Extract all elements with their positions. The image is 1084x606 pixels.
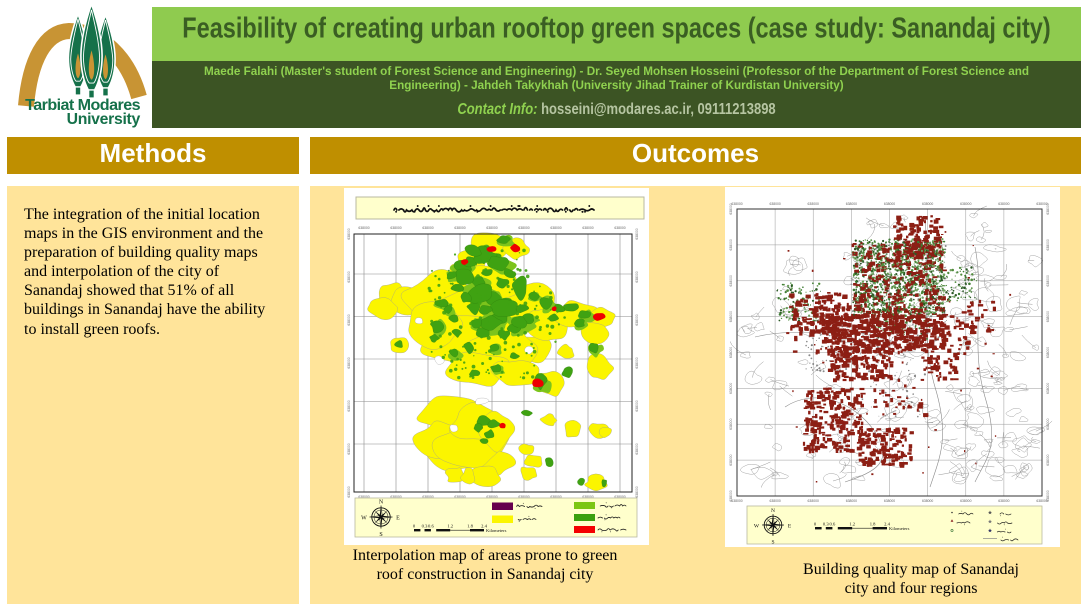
svg-text:638000: 638000 [1046,311,1050,322]
svg-text:638000: 638000 [635,486,639,497]
svg-text:638000: 638000 [1046,454,1050,465]
svg-text:638000: 638000 [769,499,780,503]
svg-text:0.6: 0.6 [830,521,836,526]
svg-text:638000: 638000 [347,271,351,282]
svg-text:638000: 638000 [614,226,625,230]
svg-text:638000: 638000 [358,226,369,230]
svg-text:638000: 638000 [635,357,639,368]
svg-text:638000: 638000 [729,454,733,465]
svg-text:638000: 638000 [960,202,971,206]
svg-text:638000: 638000 [729,275,733,286]
svg-text:1.8: 1.8 [870,521,876,526]
svg-text:638000: 638000 [550,226,561,230]
svg-text:638000: 638000 [729,239,733,250]
svg-text:Kilometers: Kilometers [486,528,507,533]
svg-text:638000: 638000 [1046,347,1050,358]
svg-text:N: N [771,508,775,514]
svg-text:S: S [379,532,382,538]
svg-text:638000: 638000 [729,490,733,501]
svg-text:638000: 638000 [884,499,895,503]
svg-text:638000: 638000 [846,202,857,206]
svg-text:638000: 638000 [769,202,780,206]
svg-text:0.6: 0.6 [428,523,434,528]
svg-text:1.8: 1.8 [467,523,473,528]
svg-text:638000: 638000 [347,314,351,325]
svg-text:University: University [67,111,141,128]
svg-text:1.2: 1.2 [447,523,453,528]
svg-text:1.2: 1.2 [849,521,855,526]
svg-text:638000: 638000 [998,499,1009,503]
svg-text:638000: 638000 [998,202,1009,206]
svg-text:638000: 638000 [1046,418,1050,429]
svg-text:638000: 638000 [922,499,933,503]
svg-text:638000: 638000 [635,443,639,454]
svg-text:638000: 638000 [1046,275,1050,286]
svg-text:638000: 638000 [922,202,933,206]
svg-text:638000: 638000 [1046,490,1050,501]
svg-text:0.3: 0.3 [823,521,829,526]
svg-text:638000: 638000 [347,443,351,454]
svg-text:638000: 638000 [635,228,639,239]
svg-text:638000: 638000 [1046,383,1050,394]
svg-text:638000: 638000 [1046,239,1050,250]
svg-text:638000: 638000 [635,314,639,325]
svg-text:638000: 638000 [1046,203,1050,214]
svg-text:638000: 638000 [729,418,733,429]
svg-text:638000: 638000 [808,499,819,503]
svg-text:638000: 638000 [729,311,733,322]
svg-text:638000: 638000 [347,228,351,239]
svg-text:638000: 638000 [454,226,465,230]
svg-text:638000: 638000 [846,499,857,503]
svg-text:638000: 638000 [422,226,433,230]
svg-text:638000: 638000 [729,383,733,394]
svg-text:638000: 638000 [347,400,351,411]
svg-text:S: S [771,540,774,546]
svg-text:638000: 638000 [808,202,819,206]
svg-text:638000: 638000 [884,202,895,206]
svg-text:638000: 638000 [518,226,529,230]
svg-text:W: W [361,515,367,521]
svg-text:638000: 638000 [729,203,733,214]
svg-text:Kilometers: Kilometers [889,526,910,531]
svg-text:638000: 638000 [486,226,497,230]
svg-text:638000: 638000 [347,486,351,497]
svg-text:638000: 638000 [635,271,639,282]
svg-text:N: N [379,500,384,506]
svg-text:E: E [396,515,400,521]
svg-text:638000: 638000 [960,499,971,503]
svg-text:638000: 638000 [390,226,401,230]
svg-text:638000: 638000 [729,347,733,358]
svg-text:638000: 638000 [347,357,351,368]
svg-text:638000: 638000 [635,400,639,411]
svg-text:638000: 638000 [582,226,593,230]
svg-text:W: W [754,523,760,529]
